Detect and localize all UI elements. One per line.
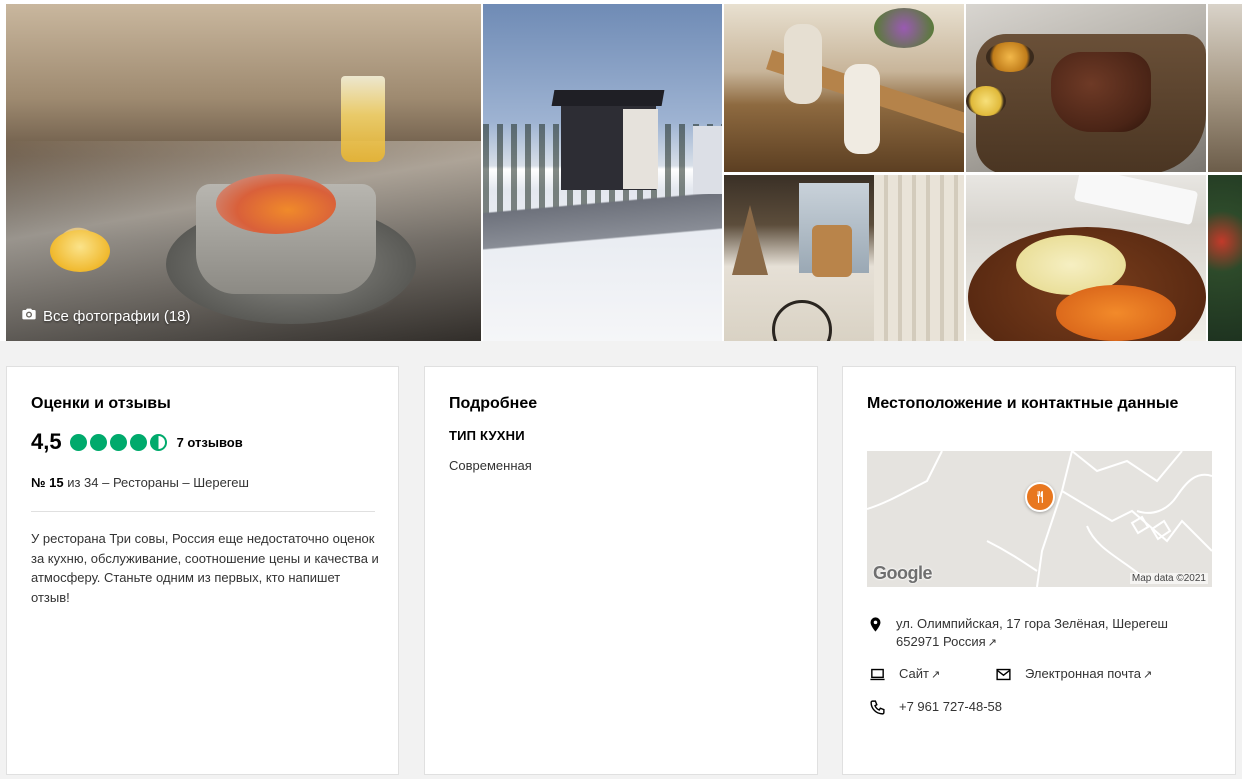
photo-shape-napkin [1073, 175, 1199, 226]
photo-shape-tree [732, 205, 768, 275]
photo-shape-puree [1056, 285, 1176, 341]
ranking[interactable]: № 15 из 34 – Рестораны – Шерегеш [31, 475, 249, 490]
ratings-title: Оценки и отзывы [31, 395, 171, 412]
photo-shape-sauce [986, 42, 1034, 72]
photo-shape-lemon [50, 230, 110, 272]
photo-shape-figurine-2 [844, 64, 880, 154]
ratings-card: Оценки и отзывы 4,5 7 отзывов № 15 из 34… [6, 366, 399, 775]
all-photos-button[interactable]: Все фотографии (18) [21, 306, 191, 326]
phone-icon [867, 698, 887, 716]
phone-row[interactable]: +7 961 727-48-58 [867, 698, 1002, 716]
website-link[interactable]: Сайт ↗ [899, 665, 940, 684]
external-link-icon: ↗ [1143, 669, 1153, 681]
map-pin-icon[interactable] [1025, 482, 1055, 512]
photo-main-restaurant[interactable] [6, 4, 481, 341]
cuisine-label: ТИП КУХНИ [449, 428, 525, 443]
half-bubble-icon [149, 433, 167, 451]
photo-partial-top[interactable] [1208, 4, 1242, 172]
photo-partial-bottom[interactable] [1208, 175, 1242, 341]
photo-decor-window[interactable] [724, 175, 964, 341]
bubble-rating [69, 433, 167, 451]
photo-exterior-snow[interactable] [483, 4, 722, 341]
website-label: Сайт [899, 666, 929, 681]
location-pin-icon [867, 615, 884, 633]
photo-shape-figurine [784, 24, 822, 104]
external-link-icon: ↗ [987, 637, 997, 649]
email-link[interactable]: Электронная почта ↗ [1025, 665, 1152, 684]
photo-shape-dreamcatcher [772, 300, 832, 341]
phone-link[interactable]: +7 961 727-48-58 [899, 698, 1002, 716]
photo-shape-fruit [216, 174, 336, 234]
photo-shape-steak [1051, 52, 1151, 132]
address-row[interactable]: ул. Олимпийская, 17 гора Зелёная, Шереге… [867, 615, 1207, 652]
bubble-icon [69, 433, 87, 451]
photo-decor-shelf[interactable] [724, 4, 964, 172]
address-text: ул. Олимпийская, 17 гора Зелёная, Шереге… [896, 616, 1168, 649]
rating-score: 4,5 [31, 429, 62, 454]
photo-shape-sauce-2 [966, 86, 1006, 116]
photo-dessert[interactable] [966, 175, 1206, 341]
rating-summary: 4,5 7 отзывов [31, 429, 243, 455]
external-link-icon: ↗ [930, 669, 941, 681]
photo-shape-curtain [874, 175, 964, 341]
photo-gallery: Все фотографии (18) [0, 0, 1242, 341]
reviews-count-link[interactable]: 7 отзывов [177, 435, 243, 450]
mail-icon [993, 665, 1013, 683]
laptop-icon [867, 665, 887, 683]
rank-number: № 15 [31, 475, 64, 490]
location-title: Местоположение и контактные данные [867, 395, 1179, 412]
photo-shape-building [693, 126, 722, 196]
website-row[interactable]: Сайт ↗ [867, 665, 940, 684]
photo-shape-house-side [623, 109, 658, 189]
photo-shape-glass [341, 76, 385, 162]
all-photos-label: Все фотографии (18) [43, 307, 191, 325]
email-row[interactable]: Электронная почта ↗ [993, 665, 1152, 684]
address-link[interactable]: ул. Олимпийская, 17 гора Зелёная, Шереге… [896, 615, 1207, 652]
details-card: Подробнее ТИП КУХНИ Современная [424, 366, 818, 775]
bubble-icon [109, 433, 127, 451]
map-data-attribution: Map data ©2021 [1129, 573, 1208, 584]
camera-icon [21, 306, 37, 326]
bubble-icon [89, 433, 107, 451]
rank-text: из 34 – Рестораны – Шерегеш [63, 475, 249, 490]
fork-knife-icon [1037, 491, 1043, 503]
google-logo: Google [873, 563, 933, 583]
photo-shape-deer [812, 225, 852, 277]
cuisine-value: Современная [449, 458, 532, 473]
location-card: Местоположение и контактные данные Googl… [842, 366, 1236, 775]
divider [31, 511, 375, 512]
details-title: Подробнее [449, 395, 538, 412]
photo-steak[interactable] [966, 4, 1206, 172]
email-label: Электронная почта [1025, 666, 1142, 681]
photo-shape-road [483, 194, 722, 264]
bubble-icon [129, 433, 147, 451]
photo-shape-flowers [874, 8, 934, 48]
rating-description: У ресторана Три совы, Россия еще недоста… [31, 531, 379, 605]
map[interactable]: Google Map data ©2021 [867, 451, 1212, 587]
